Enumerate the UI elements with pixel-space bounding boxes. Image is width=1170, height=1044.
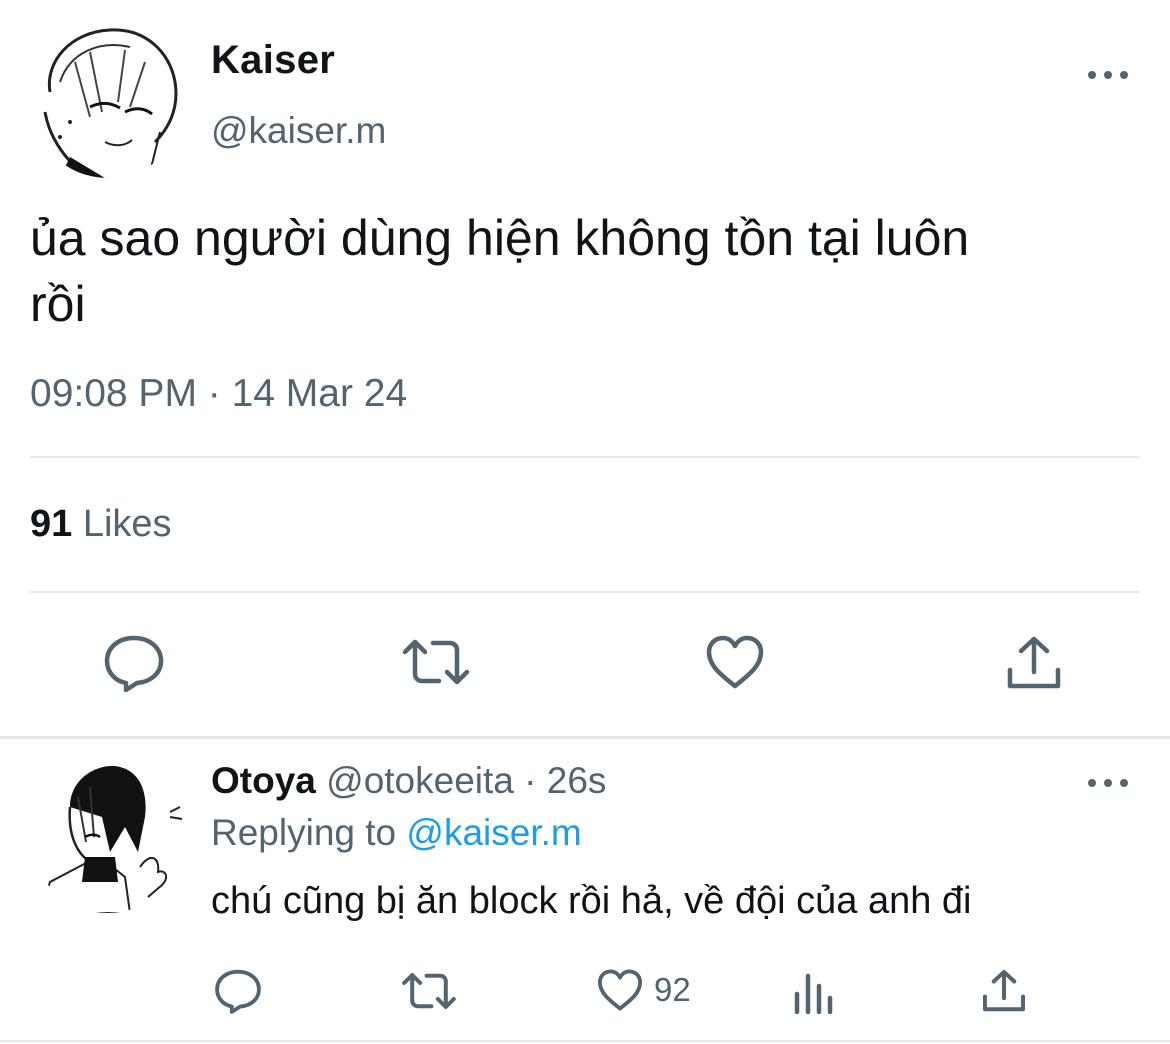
reply-header: Otoya @otokeeita · 26s — [211, 760, 606, 802]
author-avatar[interactable] — [30, 22, 186, 178]
reply-icon[interactable] — [103, 634, 165, 692]
divider — [30, 591, 1140, 593]
tweet-text: ủa sao người dùng hiện không tồn tại luô… — [30, 205, 1130, 337]
like-count: 92 — [654, 971, 691, 1008]
likes-label: Likes — [72, 503, 172, 545]
likes-number: 91 — [30, 503, 73, 545]
retweet-icon[interactable] — [401, 634, 471, 690]
divider — [0, 1040, 1170, 1042]
stats-icon[interactable] — [793, 972, 835, 1014]
retweet-icon[interactable] — [401, 968, 457, 1014]
author-handle[interactable]: @kaiser.m — [211, 110, 386, 152]
like-icon[interactable] — [704, 634, 766, 690]
tweet-text-line: ủa sao người dùng hiện không tồn tại luô… — [30, 210, 970, 266]
tweet-detail-page: Kaiser @kaiser.m ủa sao người dùng hiện … — [0, 0, 1170, 1044]
share-icon[interactable] — [981, 968, 1027, 1014]
tweet-text-line: rồi — [30, 276, 86, 332]
reply-handle-time[interactable]: @otokeeita · 26s — [316, 760, 606, 801]
more-icon[interactable] — [1088, 68, 1128, 82]
replying-prefix: Replying to — [211, 812, 407, 853]
author-name[interactable]: Kaiser — [211, 38, 335, 83]
reply-author-avatar[interactable] — [30, 757, 186, 913]
reply-author-name[interactable]: Otoya — [211, 760, 316, 801]
replying-to: Replying to @kaiser.m — [211, 812, 582, 854]
reply-text: chú cũng bị ăn block rồi hả, về đội của … — [211, 880, 972, 922]
share-icon[interactable] — [1005, 634, 1063, 692]
more-icon[interactable] — [1088, 776, 1128, 790]
divider — [30, 456, 1140, 458]
like-icon — [597, 969, 643, 1011]
likes-count[interactable]: 91 Likes — [30, 503, 172, 546]
like-button[interactable]: 92 — [596, 968, 691, 1012]
replying-handle-link[interactable]: @kaiser.m — [406, 812, 581, 853]
reply-icon[interactable] — [214, 968, 262, 1014]
divider — [0, 736, 1170, 739]
tweet-timestamp[interactable]: 09:08 PM · 14 Mar 24 — [30, 372, 407, 416]
